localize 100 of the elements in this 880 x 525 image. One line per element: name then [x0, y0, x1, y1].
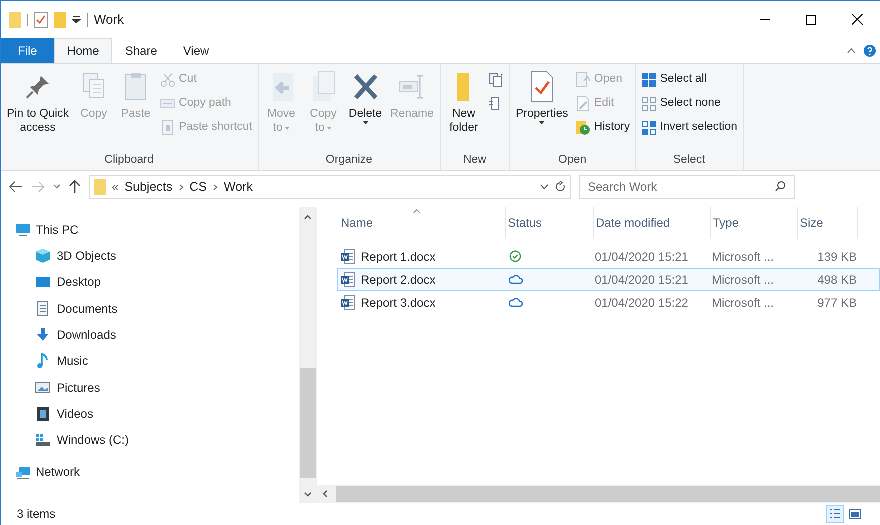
nav-item[interactable]: This PC: [15, 217, 85, 243]
item-count: 3 items: [17, 506, 56, 523]
preview-pane-icon: [849, 508, 861, 520]
table-cell-text: 01/04/2020 15:22: [594, 294, 690, 312]
overflow-chevron[interactable]: «: [112, 178, 119, 196]
scrollbar-thumb[interactable]: [300, 368, 316, 478]
file-row[interactable]: Report 1.docx 01/04/2020 15:21 Microsoft ... 139 KB: [337, 245, 880, 268]
search-icon: [775, 181, 786, 192]
ribbon-button[interactable]: Pin to Quick access: [4, 70, 72, 152]
select-all-icon: [641, 72, 658, 88]
details-view-icon: [829, 508, 841, 520]
ribbon-button[interactable]: Select none: [641, 94, 738, 114]
table-cell-text: 139 KB: [816, 248, 857, 266]
table-cell-text: 01/04/2020 15:21: [594, 272, 690, 288]
shortcut-icon: [160, 120, 176, 136]
scroll-up-icon[interactable]: [304, 215, 312, 220]
scroll-down-icon[interactable]: [304, 492, 312, 496]
ribbon-group-label: Clipboard: [104, 153, 155, 168]
cube-icon: [35, 248, 51, 264]
checkmark-document-icon[interactable]: [34, 12, 48, 28]
column-header[interactable]: Date modified: [594, 207, 711, 239]
scroll-left-icon[interactable]: [323, 490, 328, 498]
help-icon[interactable]: [864, 45, 876, 57]
nav-item[interactable]: Desktop: [15, 269, 108, 296]
ribbon-button[interactable]: New folder: [444, 70, 484, 152]
nav-item[interactable]: Pictures: [15, 374, 106, 401]
file-name: Report 3.docx: [361, 294, 436, 312]
ribbon-button[interactable]: Invert selection: [641, 118, 738, 138]
refresh-icon[interactable]: [555, 181, 566, 193]
nav-item[interactable]: Music: [15, 348, 94, 374]
minimize-icon: [760, 19, 770, 20]
table-cell-text: Microsoft ...: [711, 272, 776, 288]
drive-icon: [35, 432, 51, 448]
ribbon-tab[interactable]: Home: [54, 38, 112, 63]
chevron-right-icon: [213, 184, 218, 190]
ribbon-group-label: Select: [672, 153, 706, 168]
film-icon: [35, 406, 51, 422]
nav-item[interactable]: Videos: [15, 400, 100, 428]
maximize-icon: [806, 14, 816, 24]
ribbon-group-label: Open: [558, 153, 588, 168]
vertical-scrollbar[interactable]: [299, 207, 317, 485]
close-icon: [852, 14, 862, 25]
folder-icon: [94, 179, 106, 195]
file-row[interactable]: Report 3.docx 01/04/2020 15:22 Microsoft ... 977 KB: [337, 291, 880, 314]
column-header[interactable]: Name: [339, 207, 506, 239]
table-cell-text: 498 KB: [816, 272, 857, 288]
ribbon-group-label: Organize: [324, 153, 374, 168]
new-item-icon: [488, 72, 504, 88]
history-icon: [575, 120, 592, 136]
window-title: Work: [94, 10, 124, 29]
network-icon: [15, 464, 31, 480]
back-arrow-icon[interactable]: [9, 181, 23, 193]
computer-icon: [15, 222, 31, 238]
nav-item[interactable]: Documents: [15, 296, 124, 322]
file-name: Report 1.docx: [361, 248, 436, 266]
up-arrow-icon[interactable]: [69, 180, 81, 194]
ribbon-tab[interactable]: Share: [112, 38, 170, 63]
sort-caret-icon: [413, 209, 421, 214]
ribbon-button[interactable]: History: [575, 118, 630, 138]
open-icon: [575, 72, 592, 88]
word-document-icon: [340, 248, 356, 264]
chevron-down-icon[interactable]: [53, 184, 61, 190]
word-document-icon: [340, 294, 356, 310]
nav-item[interactable]: Downloads: [15, 322, 122, 348]
edit-icon: [575, 96, 592, 112]
ribbon-button[interactable]: Select all: [641, 70, 738, 90]
invert-selection-icon: [641, 120, 658, 136]
nav-item[interactable]: 3D Objects: [15, 243, 122, 270]
breadcrumb[interactable]: CS: [190, 178, 208, 196]
column-header[interactable]: Type: [711, 207, 798, 239]
file-menu-button[interactable]: File: [1, 38, 54, 63]
breadcrumb[interactable]: Subjects: [124, 178, 173, 196]
details-view-button[interactable]: [826, 505, 844, 523]
file-row[interactable]: Report 2.docx 01/04/2020 15:21 Microsoft ... 498 KB: [337, 268, 880, 291]
music-note-icon: [35, 353, 51, 370]
table-cell-text: Microsoft ...: [711, 248, 776, 266]
ribbon-group-label: New: [462, 153, 488, 168]
column-header[interactable]: Status: [506, 207, 594, 239]
table-cell-text: Microsoft ...: [711, 294, 776, 312]
scissors-icon: [160, 72, 176, 88]
nav-item[interactable]: Network: [15, 459, 86, 486]
ribbon-button[interactable]: Properties: [512, 70, 572, 152]
chevron-right-icon: [178, 184, 184, 190]
document-icon: [35, 300, 51, 317]
file-name: Report 2.docx: [361, 272, 436, 288]
select-none-icon: [641, 96, 658, 112]
chevron-down-icon[interactable]: [540, 184, 549, 190]
word-document-icon: [340, 272, 356, 288]
column-header[interactable]: Size: [798, 207, 858, 239]
dropdown-icon[interactable]: [72, 15, 81, 24]
ribbon-tab[interactable]: View: [170, 38, 222, 63]
search-field[interactable]: Search Work: [579, 175, 795, 199]
nav-item[interactable]: Windows (C:): [15, 427, 136, 454]
table-cell-text: 01/04/2020 15:21: [594, 248, 690, 266]
breadcrumb[interactable]: Work: [224, 178, 253, 196]
ribbon-button[interactable]: Delete: [346, 70, 386, 152]
collapse-caret-icon[interactable]: [847, 48, 856, 54]
address-bar[interactable]: « Subjects CS Work: [89, 175, 571, 199]
download-icon: [35, 327, 51, 344]
image-icon: [35, 380, 51, 396]
